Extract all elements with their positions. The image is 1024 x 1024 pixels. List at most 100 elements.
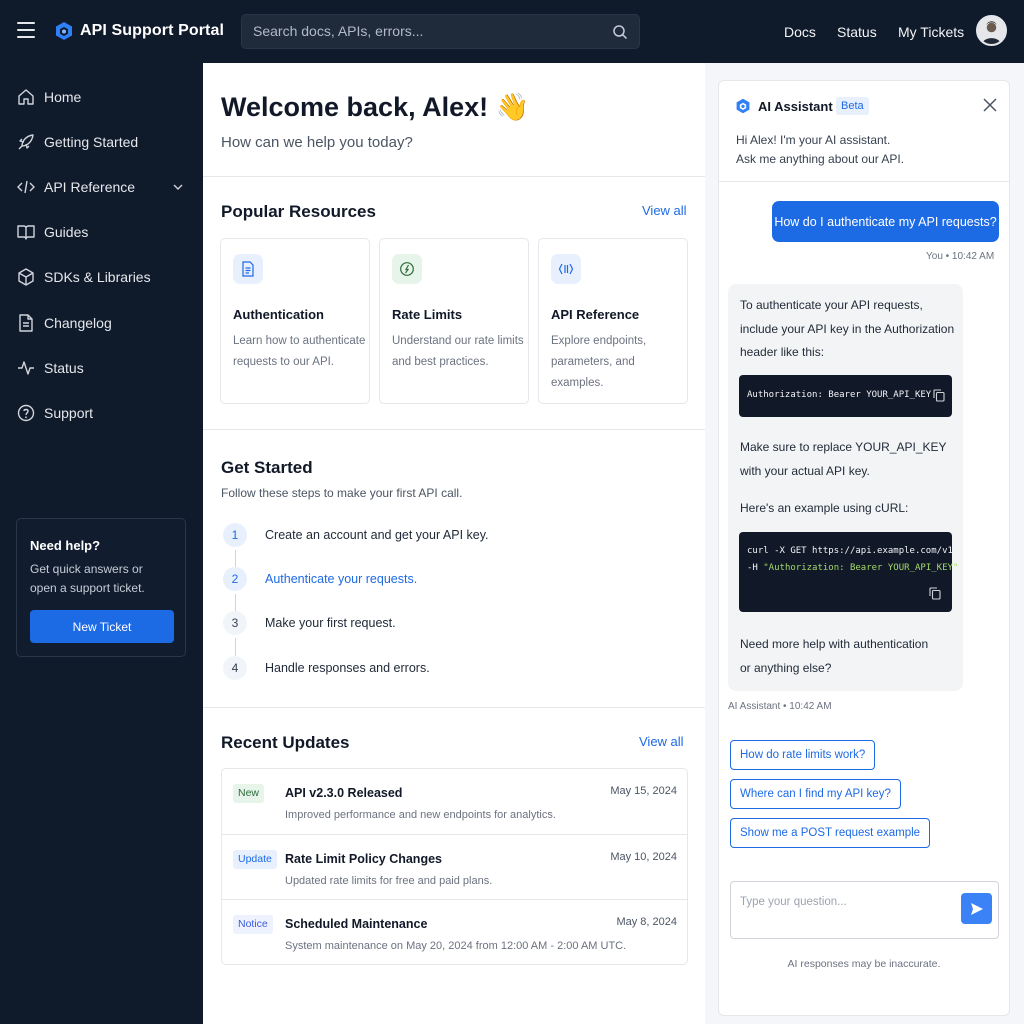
assistant-paragraph: Need more help with authentication or an… <box>740 633 955 680</box>
divider <box>719 181 1009 182</box>
step-number: 2 <box>223 567 247 591</box>
step-label: Handle responses and errors. <box>265 661 430 675</box>
code-line: Authorization: Bearer YOUR_API_KEY <box>747 390 932 400</box>
top-bar: API Support Portal Docs Status My Ticket… <box>0 0 1024 63</box>
divider <box>203 429 705 430</box>
wave-emoji-icon: 👋 <box>495 92 530 122</box>
update-date: May 8, 2024 <box>616 916 677 928</box>
sidebar-item-status[interactable]: Status <box>0 348 203 388</box>
chat-input-box <box>730 881 999 939</box>
code-block: Authorization: Bearer YOUR_API_KEY <box>739 375 952 417</box>
assistant-intro: Hi Alex! I'm your AI assistant. Ask me a… <box>736 131 976 169</box>
sidebar-item-sdks[interactable]: SDKs & Libraries <box>0 257 203 297</box>
disclaimer-text: AI responses may be inaccurate. <box>787 958 941 970</box>
get-started-subtitle: Follow these steps to make your first AP… <box>221 486 463 500</box>
resource-title: API Reference <box>551 307 640 322</box>
step-number: 1 <box>223 523 247 547</box>
activity-icon <box>18 361 34 375</box>
step-connector <box>235 550 236 568</box>
suggestion-chip[interactable]: How do rate limits work? <box>730 740 876 770</box>
api-cube-logo <box>56 22 72 40</box>
welcome-text: Welcome back, Alex! <box>221 92 489 122</box>
update-row[interactable]: Notice Scheduled Maintenance System main… <box>222 899 687 964</box>
assistant-paragraph: To authenticate your API requests, inclu… <box>740 294 955 365</box>
sidebar-item-changelog[interactable]: Changelog <box>0 303 203 343</box>
resource-card-api-reference[interactable]: API Reference Explore endpoints, paramet… <box>538 238 688 404</box>
copy-icon[interactable] <box>933 389 945 402</box>
search-bar <box>241 14 640 49</box>
step-label: Create an account and get your API key. <box>265 528 489 542</box>
suggestion-chip[interactable]: Where can I find my API key? <box>730 779 901 809</box>
update-desc: Improved performance and new endpoints f… <box>285 809 556 821</box>
sidebar-item-getting-started[interactable]: Getting Started <box>0 122 203 162</box>
help-title: Need help? <box>30 538 101 553</box>
update-title: Rate Limit Policy Changes <box>285 852 442 866</box>
sidebar-item-support[interactable]: Support <box>0 393 203 433</box>
chevron-down-icon[interactable] <box>172 181 184 193</box>
sidebar-item-label: Getting Started <box>44 134 139 150</box>
send-button[interactable] <box>961 893 992 924</box>
assistant-paragraph: Make sure to replace YOUR_API_KEY with y… <box>740 436 955 483</box>
step-item: 3 Make your first request. <box>221 611 671 637</box>
intro-line: Ask me anything about our API. <box>736 152 905 166</box>
search-input[interactable] <box>253 23 603 39</box>
home-icon <box>18 89 34 105</box>
update-desc: Updated rate limits for free and paid pl… <box>285 875 493 887</box>
assistant-paragraph: Here's an example using cURL: <box>740 501 909 515</box>
status-badge: Notice <box>233 915 273 934</box>
sidebar-item-label: Home <box>44 89 82 105</box>
resource-card-rate-limits[interactable]: Rate Limits Understand our rate limits a… <box>379 238 529 404</box>
resource-desc: Understand our rate limits and best prac… <box>392 335 524 368</box>
resource-title: Rate Limits <box>392 307 463 322</box>
step-item: 1 Create an account and get your API key… <box>221 523 671 549</box>
step-item[interactable]: 2 Authenticate your requests. <box>221 567 671 593</box>
update-row[interactable]: New API v2.3.0 Released Improved perform… <box>222 769 687 834</box>
popular-resources-title: Popular Resources <box>221 202 376 221</box>
status-badge: New <box>233 784 265 803</box>
step-label: Make your first request. <box>265 616 396 630</box>
step-number: 3 <box>223 611 247 635</box>
popular-view-all-link[interactable]: View all <box>642 203 687 218</box>
text-line: include your API key in the Authorizatio… <box>740 321 955 336</box>
question-icon <box>17 404 35 422</box>
brackets-icon <box>551 254 581 284</box>
main-content: Welcome back, Alex! 👋 How can we help yo… <box>203 63 705 1024</box>
code-text: -H <box>747 563 764 573</box>
nav-status[interactable]: Status <box>837 24 877 40</box>
chat-input[interactable] <box>740 896 950 926</box>
sidebar-item-home[interactable]: Home <box>0 77 203 117</box>
code-block: curl -X GET https://api.example.com/v1/ … <box>739 532 958 612</box>
step-link[interactable]: Authenticate your requests. <box>265 572 417 586</box>
page-subtitle: How can we help you today? <box>221 134 413 151</box>
hamburger-icon[interactable] <box>17 22 35 38</box>
recent-updates-title: Recent Updates <box>221 733 350 752</box>
user-message: How do I authenticate my API requests? <box>772 201 999 242</box>
update-row[interactable]: Update Rate Limit Policy Changes Updated… <box>222 834 687 899</box>
rocket-icon <box>18 134 34 150</box>
step-connector <box>235 594 236 612</box>
avatar[interactable] <box>976 15 1007 46</box>
new-ticket-button[interactable]: New Ticket <box>30 610 174 643</box>
nav-my-tickets[interactable]: My Tickets <box>898 24 964 40</box>
nav-docs[interactable]: Docs <box>784 24 816 40</box>
resource-card-authentication[interactable]: Authentication Learn how to authenticate… <box>220 238 370 404</box>
sidebar-item-label: API Reference <box>44 179 136 195</box>
update-title: API v2.3.0 Released <box>285 786 403 800</box>
close-icon[interactable] <box>983 98 997 112</box>
resource-desc: Learn how to authenticate requests to ou… <box>233 335 366 368</box>
sidebar-item-api-reference[interactable]: API Reference <box>0 167 203 207</box>
help-text: Get quick answers or open a support tick… <box>30 562 145 595</box>
divider <box>203 707 705 708</box>
suggestion-chip[interactable]: Show me a POST request example <box>730 818 931 848</box>
updates-view-all-link[interactable]: View all <box>639 734 684 749</box>
cube-icon <box>18 268 34 286</box>
sidebar: Home Getting Started API Reference Guide… <box>0 63 203 1024</box>
update-desc: System maintenance on May 20, 2024 from … <box>285 940 627 952</box>
sidebar-item-guides[interactable]: Guides <box>0 212 203 252</box>
beta-badge: Beta <box>836 97 869 115</box>
copy-icon[interactable] <box>929 587 941 600</box>
code-icon <box>17 180 35 194</box>
page-title: Welcome back, Alex! 👋 <box>221 91 529 123</box>
divider <box>203 176 705 177</box>
search-icon[interactable] <box>612 24 628 40</box>
